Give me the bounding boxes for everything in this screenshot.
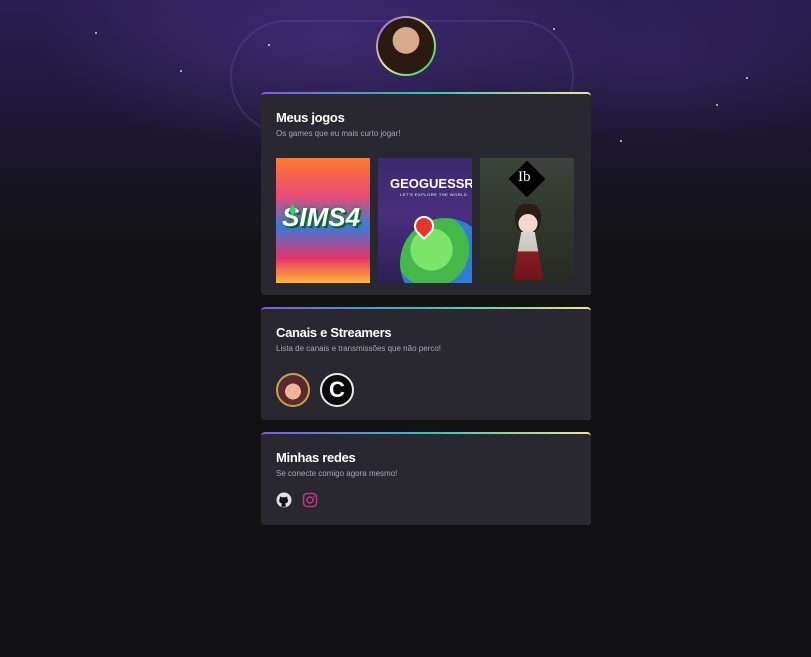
game-card-geoguessr[interactable]: GEOGUESSR LET'S EXPLORE THE WORLD <box>378 158 472 283</box>
star <box>620 140 622 142</box>
star <box>746 77 748 79</box>
game-card-ib[interactable]: Ib <box>480 158 574 283</box>
globe-icon <box>400 218 472 283</box>
game-tagline: LET'S EXPLORE THE WORLD <box>400 192 468 197</box>
instagram-icon[interactable] <box>302 492 318 508</box>
card-subtitle: Se conecte comigo agora mesmo! <box>276 469 398 478</box>
star <box>716 104 718 106</box>
game-logo: GEOGUESSR <box>390 176 472 191</box>
channel-logo: C <box>329 377 345 402</box>
social-links <box>276 492 576 508</box>
star <box>268 44 270 46</box>
card-title: Canais e Streamers <box>276 325 392 340</box>
social-card: Minhas redes Se conecte comigo agora mes… <box>261 432 591 525</box>
game-card-sims4[interactable]: SIMS4 <box>276 158 370 283</box>
character-head <box>515 204 541 234</box>
avatar-image <box>378 18 434 74</box>
star <box>553 28 555 30</box>
game-logo: Ib <box>518 169 531 185</box>
star <box>180 70 182 72</box>
channel-avatar-2[interactable]: C <box>320 373 354 407</box>
channels-card: Canais e Streamers Lista de canais e tra… <box>261 307 591 420</box>
card-subtitle: Lista de canais e transmissões que não p… <box>276 344 441 353</box>
channel-avatar-1[interactable] <box>276 373 310 407</box>
github-icon[interactable] <box>276 492 292 508</box>
card-title: Minhas redes <box>276 450 356 465</box>
star <box>95 32 97 34</box>
card-title: Meus jogos <box>276 110 345 125</box>
card-subtitle: Os games que eu mais curto jogar! <box>276 129 401 138</box>
character-body <box>512 232 544 280</box>
games-card: Meus jogos Os games que eu mais curto jo… <box>261 92 591 295</box>
channels-list: C <box>276 373 576 407</box>
profile-avatar[interactable] <box>376 16 436 76</box>
games-list: SIMS4 GEOGUESSR LET'S EXPLORE THE WORLD … <box>276 158 576 283</box>
